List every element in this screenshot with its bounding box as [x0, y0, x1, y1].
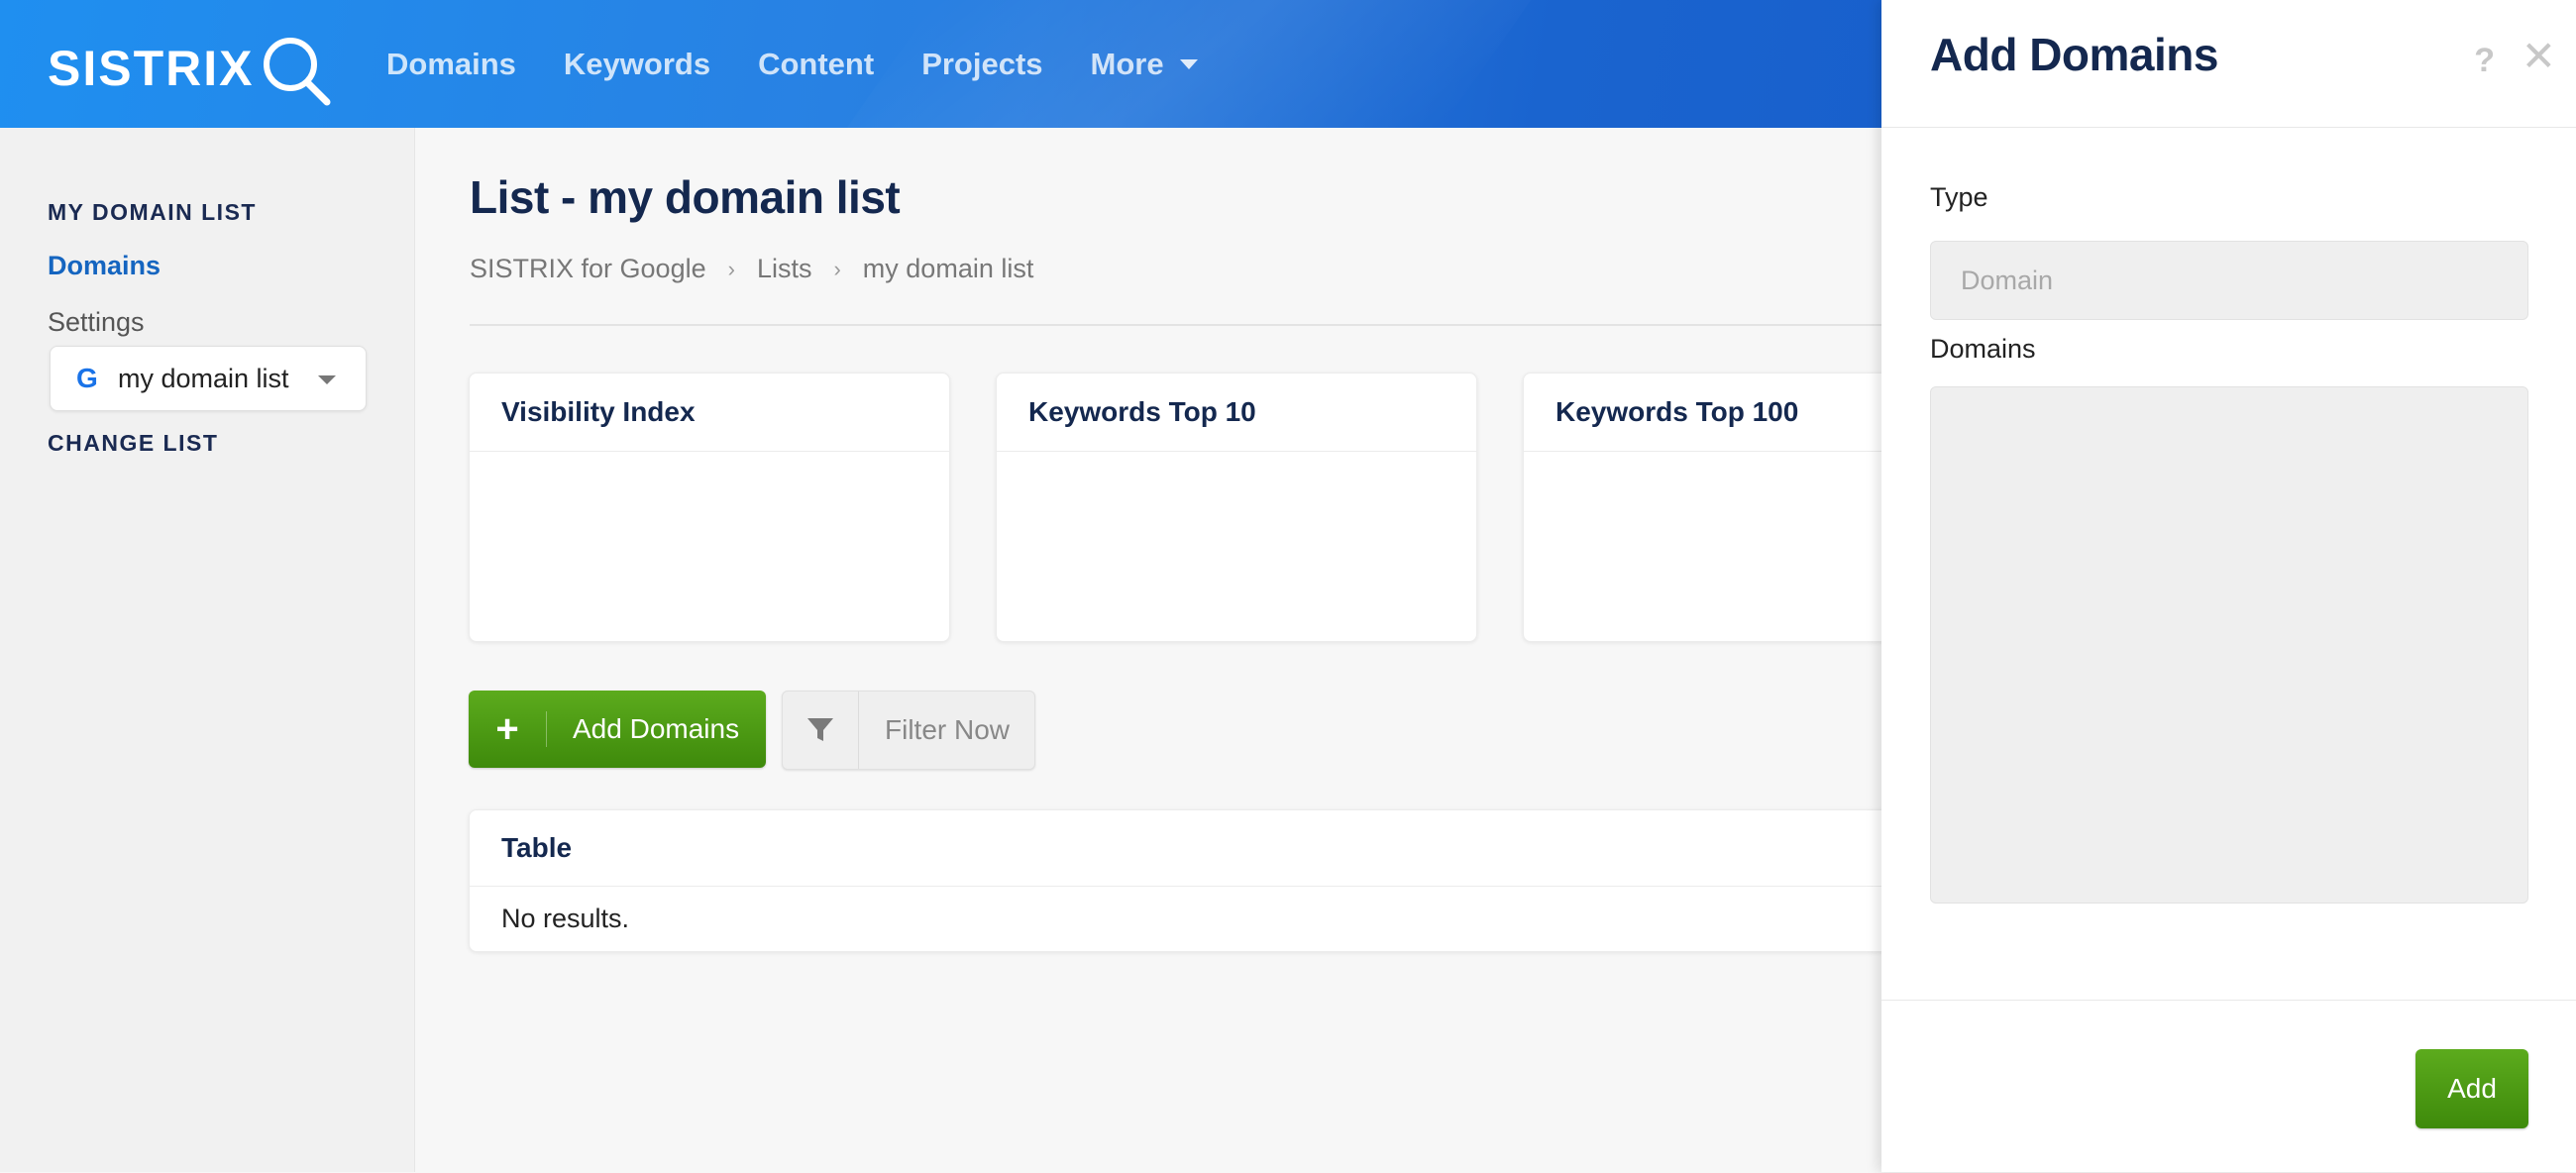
card-title: Keywords Top 10 [997, 373, 1476, 452]
button-separator [546, 711, 547, 747]
chevron-down-icon [318, 375, 336, 384]
magnifier-logo-icon [264, 38, 331, 106]
panel-header: Add Domains ? ✕ [1881, 0, 2576, 128]
domains-textarea[interactable] [1930, 386, 2528, 904]
type-label: Type [1930, 182, 1988, 212]
page-title: List - my domain list [470, 171, 901, 223]
sidebar-item-settings[interactable]: Settings [48, 307, 145, 338]
add-domains-button[interactable]: + Add Domains [469, 691, 766, 768]
panel-title: Add Domains [1930, 29, 2218, 80]
plus-icon: + [495, 707, 519, 751]
breadcrumb-item-current: my domain list [862, 254, 1034, 283]
filter-now-button[interactable]: Filter Now [782, 691, 1035, 770]
chevron-down-icon [1179, 59, 1198, 69]
sidebar: MY DOMAIN LIST Domains Settings CHANGE L… [0, 128, 415, 1172]
filter-icon-svg [807, 718, 833, 741]
list-select-dropdown[interactable]: G my domain list [50, 346, 367, 411]
card-title: Visibility Index [470, 373, 949, 452]
google-g-icon: G [76, 363, 98, 393]
close-icon[interactable]: ✕ [2522, 36, 2556, 77]
sidebar-heading-change-list: CHANGE LIST [48, 430, 219, 456]
nav-projects-label: Projects [921, 47, 1043, 81]
nav-more[interactable]: More [1091, 40, 1198, 89]
panel-footer: Add [1881, 1000, 2576, 1173]
help-icon[interactable]: ? [2474, 42, 2495, 80]
filter-icon [783, 692, 859, 769]
list-select-value: my domain list [118, 363, 289, 393]
sistrix-logo[interactable]: SISTRIX [48, 34, 335, 106]
table-title: Table [470, 810, 1956, 887]
chevron-right-icon: › [833, 256, 841, 281]
nav-keywords-label: Keywords [563, 47, 711, 81]
nav-keywords[interactable]: Keywords [564, 40, 710, 89]
domains-label: Domains [1930, 334, 2036, 364]
nav-projects[interactable]: Projects [921, 40, 1042, 89]
add-domains-label: Add Domains [573, 713, 740, 744]
breadcrumb: SISTRIX for Google › Lists › my domain l… [470, 254, 1033, 284]
sidebar-item-domains[interactable]: Domains [48, 251, 161, 281]
logo-text: SISTRIX [48, 41, 255, 96]
card-keywords-top-10: Keywords Top 10 [996, 373, 1477, 642]
breadcrumb-item[interactable]: Lists [757, 254, 812, 284]
chevron-right-icon: › [727, 256, 735, 281]
nav-domains-label: Domains [386, 47, 516, 81]
add-button[interactable]: Add [2415, 1049, 2528, 1128]
card-visibility-index: Visibility Index [469, 373, 950, 642]
filter-now-label: Filter Now [885, 714, 1011, 745]
results-table: Table No results. [469, 809, 1957, 952]
nav-content-label: Content [758, 47, 875, 81]
nav-more-label: More [1090, 47, 1164, 81]
table-empty-message: No results. [501, 903, 630, 933]
sidebar-heading-my-domain-list: MY DOMAIN LIST [48, 199, 257, 225]
type-select[interactable]: Domain [1930, 241, 2528, 320]
main-nav: Domains Keywords Content Projects More [386, 40, 1198, 89]
divider [470, 324, 1882, 326]
nav-domains[interactable]: Domains [386, 40, 516, 89]
breadcrumb-item[interactable]: SISTRIX for Google [470, 254, 706, 284]
nav-content[interactable]: Content [758, 40, 874, 89]
add-domains-panel: Add Domains ? ✕ Type Domain Domains Add [1881, 0, 2576, 1172]
